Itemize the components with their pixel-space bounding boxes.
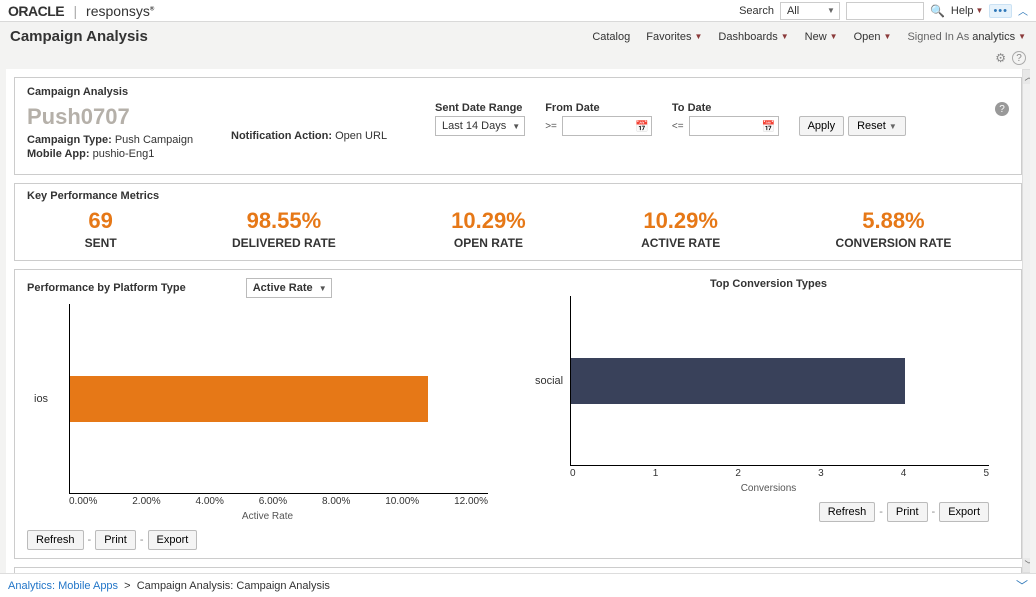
collapse-icon[interactable]: ︿ [1018, 3, 1028, 18]
page-header: Campaign Analysis Catalog Favorites▼ Das… [0, 22, 1036, 51]
left-chart-title: Performance by Platform Type [27, 282, 186, 294]
to-date-input[interactable]: 📅 [689, 116, 779, 136]
from-date-input[interactable]: 📅 [562, 116, 652, 136]
right-x-label: Conversions [528, 483, 1009, 494]
sent-range-select[interactable]: Last 14 Days [435, 116, 525, 136]
scrollbar[interactable]: ︿ ﹀ [1022, 69, 1030, 573]
search-icon[interactable]: 🔍 [930, 4, 945, 18]
breadcrumb-sep: > [121, 580, 137, 592]
reset-button[interactable]: Reset ▼ [848, 116, 906, 136]
export-button[interactable]: Export [148, 530, 198, 550]
nav-new[interactable]: New▼ [805, 31, 838, 43]
left-x-ticks: 0.00%2.00%4.00%6.00%8.00%10.00%12.00% [69, 496, 488, 507]
bar-ios[interactable] [70, 376, 428, 422]
nav-favorites[interactable]: Favorites▼ [646, 31, 702, 43]
signed-in-block: Signed In As analytics▼ [907, 31, 1026, 43]
platform-chart: ios [69, 304, 488, 494]
breadcrumb-link[interactable]: Analytics: Mobile Apps [8, 580, 118, 592]
topbar: ORACLE | responsys® Search All 🔍 Help▼ •… [0, 0, 1036, 22]
from-op: >= [545, 121, 557, 132]
calendar-icon[interactable]: 📅 [762, 120, 776, 133]
to-op: <= [672, 121, 684, 132]
scroll-down-icon[interactable]: ﹀ [1023, 558, 1030, 572]
search-input[interactable] [846, 2, 924, 20]
brand-logo: ORACLE | responsys® [8, 3, 154, 19]
refresh-button[interactable]: Refresh [27, 530, 84, 550]
nav-dashboards[interactable]: Dashboards▼ [718, 31, 788, 43]
notification-action: Notification Action: Open URL [231, 130, 411, 142]
apply-button[interactable]: Apply [799, 116, 845, 136]
to-date-label: To Date [672, 102, 779, 114]
refresh-button-right[interactable]: Refresh [819, 502, 876, 522]
brand-sub: responsys [86, 3, 150, 19]
brand-separator: | [74, 3, 77, 19]
breadcrumb: Analytics: Mobile Apps > Campaign Analys… [0, 573, 1036, 597]
kpi-delivered-rate: 98.55% DELIVERED RATE [232, 208, 336, 250]
gear-icon[interactable]: ⚙ [995, 51, 1006, 65]
breadcrumb-current: Campaign Analysis: Campaign Analysis [137, 580, 330, 592]
user-menu[interactable]: analytics▼ [972, 31, 1026, 43]
help-circle-icon[interactable]: ? [995, 102, 1009, 116]
help-menu[interactable]: Help▼ [951, 5, 984, 17]
kpi-title: Key Performance Metrics [27, 190, 1009, 202]
kpi-sent: 69 SENT [85, 208, 117, 250]
mobile-app: Mobile App: pushio-Eng1 [27, 148, 207, 160]
campaign-type: Campaign Type: Push Campaign [27, 134, 207, 146]
kpi-open-rate: 10.29% OPEN RATE [451, 208, 526, 250]
conversion-chart: social [570, 296, 989, 466]
metric-select[interactable]: Active Rate [246, 278, 332, 298]
signed-in-label: Signed In As [907, 31, 969, 43]
section-label: Campaign Analysis [27, 86, 1009, 98]
scroll-down-page-icon[interactable]: ﹀ [1016, 577, 1028, 594]
right-x-ticks: 012345 [570, 468, 989, 479]
print-button[interactable]: Print [95, 530, 136, 550]
brand-main: ORACLE [8, 3, 64, 19]
nav-open[interactable]: Open▼ [854, 31, 892, 43]
from-date-label: From Date [545, 102, 652, 114]
bar-social[interactable] [571, 358, 905, 404]
nav-catalog[interactable]: Catalog [592, 31, 630, 43]
search-label: Search [739, 5, 774, 17]
kpi-conversion-rate: 5.88% CONVERSION RATE [836, 208, 952, 250]
sent-range-label: Sent Date Range [435, 102, 525, 114]
page-title: Campaign Analysis [10, 28, 148, 45]
campaign-name: Push0707 [27, 104, 207, 130]
help-icon[interactable]: ? [1012, 51, 1026, 65]
y-label-social: social [535, 375, 563, 387]
left-x-label: Active Rate [27, 511, 508, 522]
kpi-active-rate: 10.29% ACTIVE RATE [641, 208, 720, 250]
export-button-right[interactable]: Export [939, 502, 989, 522]
calendar-icon[interactable]: 📅 [635, 120, 649, 133]
search-scope-select[interactable]: All [780, 2, 840, 20]
right-chart-title: Top Conversion Types [528, 278, 1009, 290]
scroll-up-icon[interactable]: ︿ [1023, 70, 1030, 84]
more-button[interactable]: ••• [989, 4, 1012, 18]
y-label-ios: ios [34, 393, 48, 405]
print-button-right[interactable]: Print [887, 502, 928, 522]
